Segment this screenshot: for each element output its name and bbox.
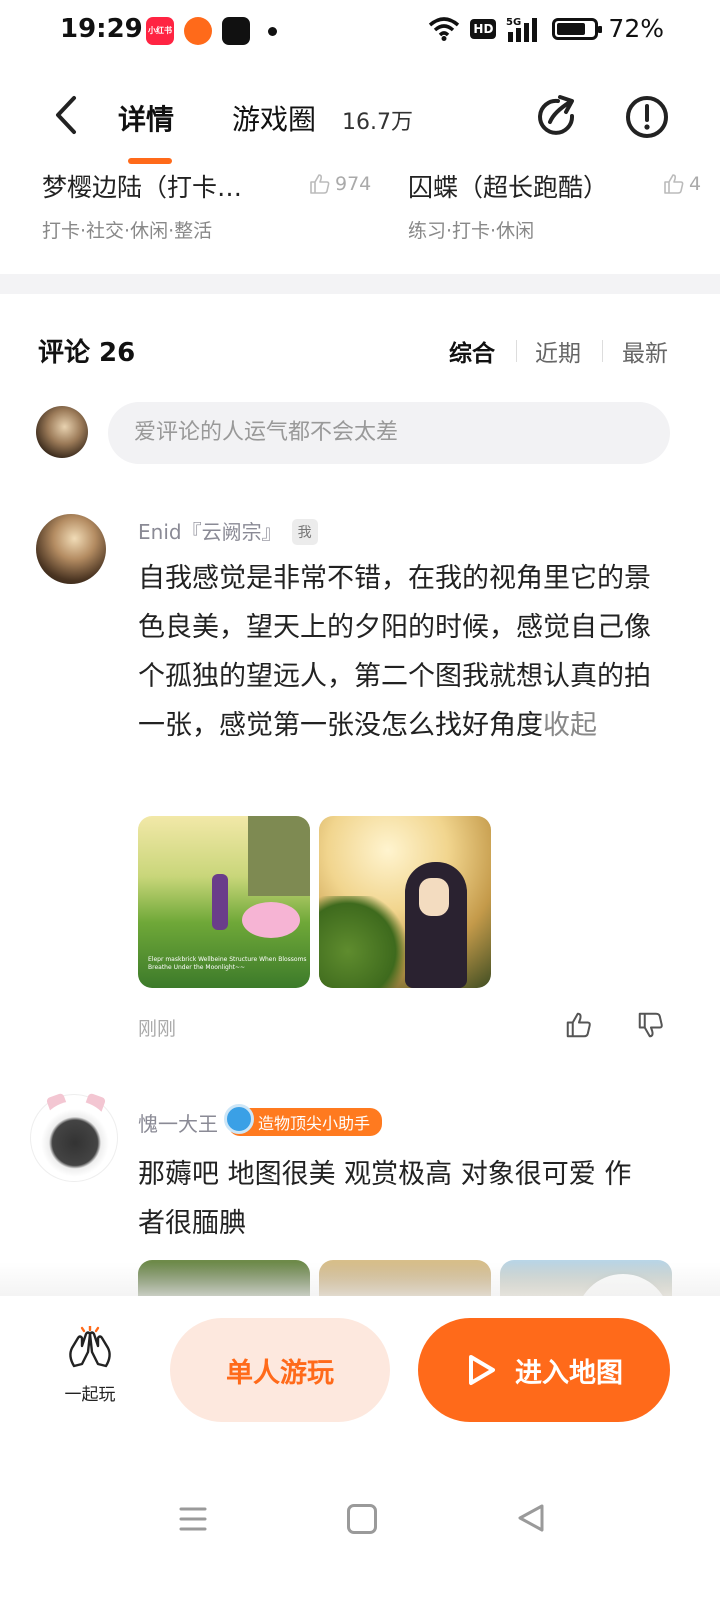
commenter-name-row: Enid『云阙宗』我 [138, 516, 318, 545]
system-nav-bar [0, 1490, 720, 1554]
comments-title: 评论 26 [38, 338, 136, 368]
comment-image[interactable] [319, 816, 491, 988]
top-header: 详情 游戏圈 16.7万 [0, 78, 720, 164]
comment-input[interactable]: 爱评论的人运气都不会太差 [108, 402, 670, 464]
comment-time: 刚刚 [138, 1018, 177, 1040]
commenter-name[interactable]: Enid『云阙宗』 [138, 520, 282, 544]
back-arrow-icon[interactable] [46, 92, 86, 138]
enter-map-label: 进入地图 [515, 1357, 623, 1389]
tab-detail[interactable]: 详情 [118, 98, 174, 138]
wifi-icon [429, 16, 460, 41]
related-map-likes: 974 [308, 172, 371, 196]
related-map-card[interactable]: 梦樱边陆（打卡… 打卡·社交·休闲·整活 [42, 168, 242, 243]
sort-divider [516, 340, 517, 362]
commenter-avatar[interactable] [36, 514, 106, 584]
play-together-label: 一起玩 [64, 1385, 116, 1405]
enter-map-button[interactable]: 进入地图 [418, 1318, 670, 1422]
tab-game-circle[interactable]: 游戏圈 [232, 98, 316, 138]
comments-header: 评论 26 综合 近期 最新 [0, 330, 720, 370]
xiaohongshu-app-icon: 小红书 [146, 17, 174, 45]
related-map-like-count: 4 [689, 173, 702, 195]
commenter-avatar[interactable] [30, 1092, 118, 1182]
related-map-tags: 打卡·社交·休闲·整活 [42, 220, 213, 242]
related-map-card[interactable]: 囚蝶（超长跑酷） 练习·打卡·休闲 [408, 168, 608, 243]
nav-back-icon[interactable] [516, 1502, 546, 1534]
signal-icon: 5G [506, 17, 538, 42]
related-maps-row: 梦樱边陆（打卡… 打卡·社交·休闲·整活 974 囚蝶（超长跑酷） 练习·打卡·… [0, 168, 720, 248]
comment-image[interactable]: Elepr maskbrick Wellbeine Structure When… [138, 816, 310, 988]
sort-divider [602, 340, 603, 362]
status-right: HD 5G 72% [428, 14, 664, 43]
sort-newest[interactable]: 最新 [622, 334, 668, 368]
related-map-likes: 4 [662, 172, 701, 196]
sort-comprehensive[interactable]: 综合 [449, 334, 495, 368]
thumbs-down-icon[interactable] [636, 1010, 666, 1040]
tiktok-app-icon [222, 17, 250, 45]
play-together-button[interactable]: 一起玩 [54, 1324, 126, 1405]
taobao-app-icon [184, 17, 212, 45]
sort-recent[interactable]: 近期 [535, 334, 581, 368]
bottom-action-bar: 一起玩 单人游玩 进入地图 [0, 1296, 720, 1450]
commenter-name[interactable]: 愧一大王 [138, 1112, 218, 1136]
battery-icon [552, 17, 603, 40]
status-bar: 19:29 小红书 HD 5G 72% [0, 0, 720, 64]
home-icon[interactable] [347, 1504, 377, 1534]
share-icon[interactable] [534, 94, 580, 140]
thumbs-up-icon[interactable] [564, 1010, 594, 1040]
related-map-tags: 练习·打卡·休闲 [408, 220, 535, 242]
related-map-title: 囚蝶（超长跑酷） [408, 173, 609, 202]
image-caption: Elepr maskbrick Wellbeine Structure When… [148, 956, 307, 971]
section-divider [0, 274, 720, 294]
play-icon [469, 1355, 495, 1385]
comment-input-row: 爱评论的人运气都不会太差 [0, 402, 720, 466]
notification-dot-icon [268, 27, 277, 36]
scroll-fade [0, 1262, 720, 1298]
solo-play-button[interactable]: 单人游玩 [170, 1318, 390, 1422]
related-map-title: 梦樱边陆（打卡… [42, 173, 243, 202]
comment-text: 自我感觉是非常不错，在我的视角里它的景色良美，望天上的夕阳的时候，感觉自己像个孤… [138, 554, 664, 750]
status-time: 19:29 [60, 14, 143, 44]
high-five-icon [69, 1324, 111, 1368]
related-map-like-count: 974 [335, 173, 372, 195]
badge-icon [224, 1104, 254, 1134]
hd-icon: HD [470, 18, 497, 39]
comment-text: 那薅吧 地图很美 观赏极高 对象很可爱 作者很腼腆 [138, 1150, 658, 1248]
game-circle-count: 16.7万 [342, 110, 413, 135]
report-icon[interactable] [624, 94, 670, 140]
thumbs-up-icon [310, 174, 330, 194]
comment-body: 那薅吧 地图很美 观赏极高 对象很可爱 作者很腼腆 [138, 1159, 632, 1239]
badge-label: 造物顶尖小助手 [258, 1114, 371, 1133]
collapse-link[interactable]: 收起 [543, 710, 597, 741]
thumbs-up-icon [664, 174, 684, 194]
my-avatar [36, 406, 88, 458]
creator-badge: 造物顶尖小助手 [224, 1104, 383, 1136]
active-tab-indicator [128, 158, 172, 164]
commenter-name-row: 愧一大王 造物顶尖小助手 [138, 1104, 383, 1137]
me-tag: 我 [291, 519, 318, 545]
battery-percent: 72% [608, 14, 664, 43]
menu-icon[interactable] [178, 1504, 208, 1534]
network-label: 5G [506, 17, 521, 28]
